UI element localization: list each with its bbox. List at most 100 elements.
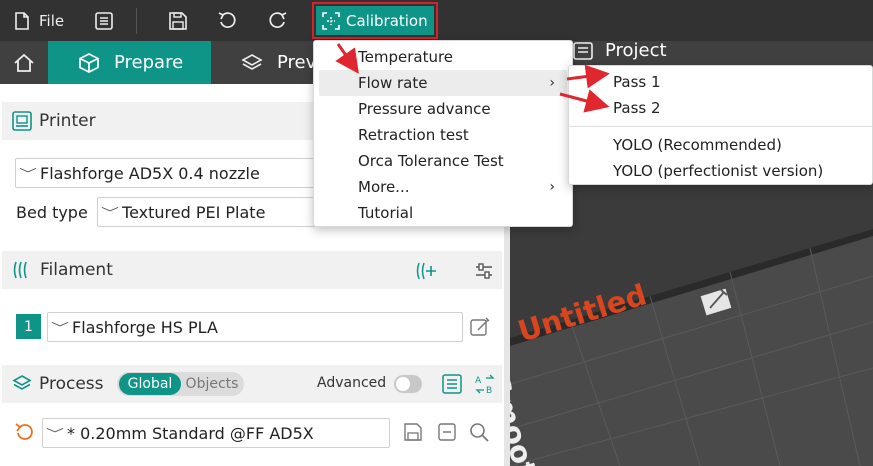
home-icon <box>13 53 35 73</box>
edit-filament-button[interactable] <box>468 315 492 339</box>
printer-preset-value: Flashforge AD5X 0.4 nozzle <box>40 163 260 183</box>
calibration-icon <box>322 11 340 30</box>
menu-item-flow-rate[interactable]: Flow rate › <box>319 70 567 96</box>
toolbar-divider <box>136 8 137 34</box>
menu-item-pass-1[interactable]: Pass 1 <box>574 69 869 95</box>
menu-item-pass-2[interactable]: Pass 2 <box>574 95 869 121</box>
menu-item-label: Orca Tolerance Test <box>358 152 504 170</box>
bed-type-select[interactable]: ﹀ Textured PEI Plate <box>97 197 317 227</box>
file-icon <box>14 11 30 30</box>
menu-item-yolo-perfectionist[interactable]: YOLO (perfectionist version) <box>574 158 869 184</box>
remove-process-button[interactable] <box>436 421 458 443</box>
menu-item-retraction-test[interactable]: Retraction test <box>319 122 567 148</box>
layers-icon <box>241 52 263 74</box>
global-objects-toggle: Global Objects <box>117 372 244 396</box>
svg-text:A: A <box>475 376 482 386</box>
menu-item-temperature[interactable]: Temperature <box>319 44 567 70</box>
menu-item-pressure-advance[interactable]: Pressure advance <box>319 96 567 122</box>
top-toolbar: File Calibration <box>0 0 873 41</box>
add-filament-button[interactable] <box>416 260 438 282</box>
search-process-button[interactable] <box>468 421 490 443</box>
printer-icon <box>12 111 32 131</box>
menu-item-label: YOLO (perfectionist version) <box>613 162 824 180</box>
menu-item-orca-tolerance-test[interactable]: Orca Tolerance Test <box>319 148 567 174</box>
swap-icon: AB <box>475 374 495 395</box>
tab-prepare[interactable]: Prepare <box>48 41 211 84</box>
reset-process-button[interactable] <box>14 421 36 443</box>
menu-item-label: Tutorial <box>358 204 414 222</box>
process-list-button[interactable] <box>442 374 462 394</box>
chevron-right-icon: › <box>549 75 555 91</box>
minus-box-icon <box>438 423 456 441</box>
process-section-header: Process Global Objects Advanced AB <box>2 365 502 403</box>
tab-home[interactable] <box>0 41 48 84</box>
project-icon <box>573 41 593 60</box>
list-view-button[interactable] <box>95 0 113 41</box>
undo-button[interactable] <box>218 0 237 41</box>
menu-item-yolo-recommended[interactable]: YOLO (Recommended) <box>574 132 869 158</box>
sliders-icon <box>474 261 494 281</box>
filament-preset-value: Flashforge HS PLA <box>72 317 218 337</box>
advanced-toggle-switch[interactable] <box>394 375 422 393</box>
svg-text:B: B <box>486 386 492 395</box>
list-icon <box>442 374 462 394</box>
menu-item-label: YOLO (Recommended) <box>613 136 782 154</box>
chevron-down-icon: ﹀ <box>100 205 120 220</box>
objects-toggle-option[interactable]: Objects <box>183 373 241 395</box>
reset-icon <box>15 422 35 442</box>
chevron-right-icon: › <box>549 179 555 195</box>
printer-section-title: Printer <box>39 111 96 131</box>
save-icon <box>169 11 187 30</box>
calibration-label: Calibration <box>346 11 428 30</box>
process-layers-icon <box>12 374 32 394</box>
redo-icon <box>268 11 287 30</box>
calibration-highlight-box: Calibration <box>312 2 438 39</box>
calibration-menu-button[interactable]: Calibration <box>316 6 434 35</box>
filament-section-title: Filament <box>40 260 113 280</box>
compare-presets-button[interactable]: AB <box>474 373 496 395</box>
chevron-down-icon: ﹀ <box>50 320 70 335</box>
calibration-dropdown-menu: Temperature Flow rate › Pressure advance … <box>313 40 573 227</box>
menu-item-label: Retraction test <box>358 126 469 144</box>
file-menu-label: File <box>39 11 65 30</box>
advanced-label: Advanced <box>317 375 387 391</box>
toggle-knob <box>396 377 410 391</box>
menu-item-label: Flow rate <box>358 74 428 92</box>
flow-rate-submenu: Pass 1 Pass 2 YOLO (Recommended) YOLO (p… <box>568 65 873 185</box>
menu-separator <box>569 126 872 127</box>
menu-item-label: Pass 2 <box>613 99 661 117</box>
global-toggle-option[interactable]: Global <box>119 373 181 395</box>
tab-project-label: Project <box>605 40 667 61</box>
menu-item-label: More... <box>358 178 410 196</box>
cube-icon <box>78 52 100 74</box>
chevron-down-icon: ﹀ <box>18 166 38 181</box>
process-preset-select[interactable]: ﹀ * 0.20mm Standard @FF AD5X <box>42 418 390 448</box>
bed-type-value: Textured PEI Plate <box>122 202 266 222</box>
list-icon <box>95 11 113 30</box>
bed-type-label: Bed type <box>16 203 88 222</box>
menu-item-label: Temperature <box>358 48 454 66</box>
menu-item-more[interactable]: More... › <box>319 174 567 200</box>
process-section-title: Process <box>39 374 104 394</box>
filament-settings-button[interactable] <box>473 260 495 282</box>
filament-icon <box>12 260 34 280</box>
search-icon <box>469 422 489 442</box>
chevron-down-icon: ﹀ <box>45 426 65 441</box>
save-button[interactable] <box>169 0 187 41</box>
undo-icon <box>218 11 237 30</box>
tab-prepare-label: Prepare <box>114 52 184 73</box>
tab-preview[interactable]: Prev <box>211 41 321 84</box>
file-menu-button[interactable]: File <box>14 0 64 41</box>
printer-preset-select[interactable]: ﹀ Flashforge AD5X 0.4 nozzle <box>15 158 315 188</box>
redo-button[interactable] <box>268 0 287 41</box>
add-filament-icon <box>416 261 438 281</box>
menu-item-label: Pass 1 <box>613 73 661 91</box>
menu-item-label: Pressure advance <box>358 100 491 118</box>
menu-item-tutorial[interactable]: Tutorial <box>319 200 567 226</box>
save-process-button[interactable] <box>402 421 424 443</box>
save-icon <box>404 423 422 441</box>
edit-icon <box>470 317 490 337</box>
tab-preview-label: Prev <box>277 52 317 73</box>
filament-preset-select[interactable]: ﹀ Flashforge HS PLA <box>47 312 463 342</box>
filament-slot-badge[interactable]: 1 <box>16 314 41 339</box>
